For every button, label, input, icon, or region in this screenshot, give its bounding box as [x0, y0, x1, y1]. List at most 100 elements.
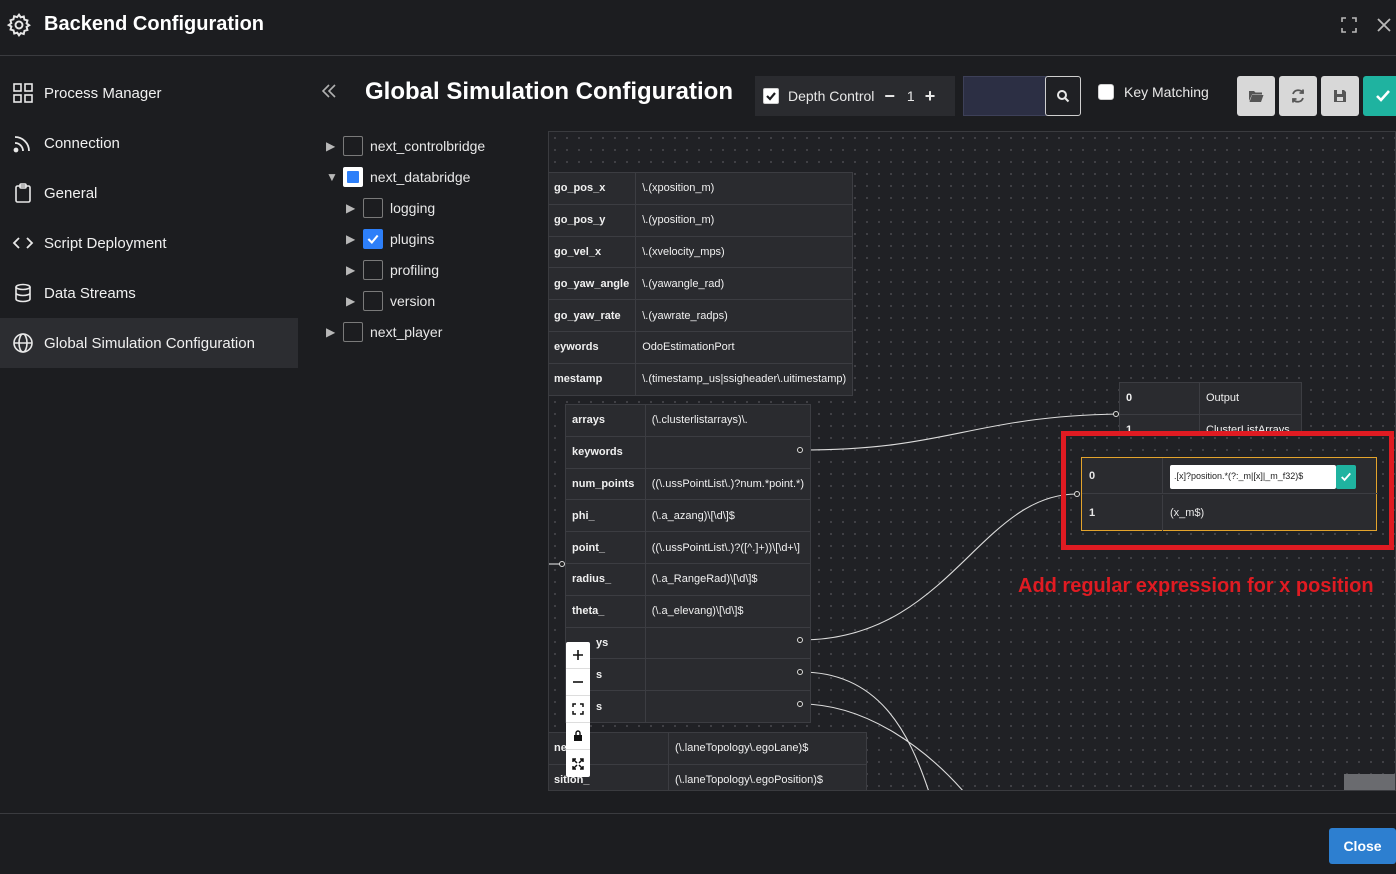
search-input[interactable]: [963, 76, 1047, 116]
tree-checkbox[interactable]: [343, 135, 363, 156]
apply-button[interactable]: [1363, 76, 1396, 116]
node-value[interactable]: (\.clusterlistarrays)\.: [644, 404, 812, 437]
signal-icon: [12, 132, 34, 154]
node-value[interactable]: Output: [1199, 382, 1302, 415]
tree-checkbox[interactable]: [363, 290, 383, 311]
check-icon: [1376, 90, 1390, 102]
node-key: go_pos_x: [549, 172, 637, 205]
double-chevron-left-icon: [321, 84, 336, 98]
tree-item-profiling[interactable]: ▶ profiling: [326, 254, 485, 285]
gear-icon: [6, 13, 31, 37]
collapse-sidebar-button[interactable]: [320, 82, 344, 104]
node-value[interactable]: \.(xvelocity_mps): [635, 235, 854, 269]
node-port[interactable]: [797, 701, 803, 707]
tree-item-next-controlbridge[interactable]: ▶ next_controlbridge: [326, 130, 485, 161]
depth-decrement-button[interactable]: −: [884, 87, 895, 105]
close-icon[interactable]: [1375, 16, 1393, 34]
tree-checkbox-checked[interactable]: [363, 228, 383, 249]
minimap[interactable]: [1344, 774, 1395, 790]
tree-item-version[interactable]: ▶ version: [326, 285, 485, 316]
node-value[interactable]: [644, 435, 812, 469]
node-value[interactable]: (\.a_azang)\[\d\]$: [644, 499, 812, 533]
close-button[interactable]: Close: [1329, 828, 1396, 864]
node-value[interactable]: (\.a_RangeRad)\[\d\]$: [644, 562, 812, 596]
sidebar: Process Manager Connection General Scrip…: [0, 68, 300, 368]
tree-checkbox[interactable]: [343, 321, 363, 342]
sidebar-item-label: Script Deployment: [44, 234, 167, 252]
config-tree: ▶ next_controlbridge ▼ next_databridge ▶…: [326, 130, 485, 347]
tree-item-logging[interactable]: ▶ logging: [326, 192, 485, 223]
expand-button[interactable]: [566, 750, 590, 777]
caret-right-icon[interactable]: ▶: [346, 263, 360, 277]
search-button[interactable]: [1045, 76, 1081, 116]
grid-icon: [12, 82, 34, 104]
caret-right-icon[interactable]: ▶: [326, 325, 340, 339]
table-row: ys: [565, 626, 812, 660]
node-port[interactable]: [797, 637, 803, 643]
depth-control-checkbox[interactable]: [763, 88, 779, 104]
fit-view-button[interactable]: [566, 696, 590, 723]
node-key: go_vel_x: [549, 235, 637, 269]
refresh-button[interactable]: [1279, 76, 1317, 116]
depth-value: 1: [906, 88, 915, 104]
depth-increment-button[interactable]: +: [925, 87, 936, 105]
table-row: mestamp \.(timestamp_us|ssigheader\.uitim…: [549, 362, 854, 396]
caret-right-icon[interactable]: ▶: [346, 294, 360, 308]
node-value[interactable]: ((\.ussPointList\.)?num.*point.*): [644, 467, 812, 501]
lock-button[interactable]: [566, 723, 590, 750]
node-port[interactable]: [797, 669, 803, 675]
save-button[interactable]: [1321, 76, 1359, 116]
node-value[interactable]: [644, 658, 812, 692]
node-value[interactable]: [644, 626, 812, 660]
tree-item-next-databridge[interactable]: ▼ next_databridge: [326, 161, 485, 192]
zoom-in-button[interactable]: [566, 642, 590, 669]
node-value[interactable]: \.(timestamp_us|ssigheader\.uitimestamp): [635, 362, 854, 396]
caret-right-icon[interactable]: ▶: [346, 232, 360, 246]
node-port[interactable]: [559, 561, 565, 567]
sidebar-item-label: General: [44, 184, 98, 202]
tree-checkbox[interactable]: [363, 197, 383, 218]
node-value[interactable]: (\.laneTopology\.egoLane)$: [668, 732, 867, 765]
caret-right-icon[interactable]: ▶: [326, 139, 340, 153]
table-row: ne_ (\.laneTopology\.egoLane)$: [549, 732, 867, 765]
key-matching-checkbox[interactable]: [1098, 84, 1114, 100]
node-key: num_points: [565, 467, 646, 501]
node-value[interactable]: [644, 690, 812, 723]
sidebar-item-script-deployment[interactable]: Script Deployment: [0, 218, 298, 268]
node-key: phi_: [565, 499, 646, 533]
fullscreen-icon[interactable]: [1340, 16, 1358, 34]
title-bar: Backend Configuration: [0, 0, 1396, 56]
zoom-out-button[interactable]: [566, 669, 590, 696]
sidebar-item-process-manager[interactable]: Process Manager: [0, 68, 298, 118]
node-value[interactable]: OdoEstimationPort: [635, 330, 854, 364]
node-port[interactable]: [797, 447, 803, 453]
tree-checkbox-partial[interactable]: [343, 166, 363, 187]
sidebar-item-data-streams[interactable]: Data Streams: [0, 268, 298, 318]
highlight-box: [1061, 431, 1394, 550]
node-value[interactable]: \.(yawrate_radps): [635, 299, 854, 332]
node-value[interactable]: ((\.ussPointList\.)?([^.]+))\[\d+\]: [644, 531, 812, 564]
tree-item-label: next_player: [370, 323, 443, 340]
caret-right-icon[interactable]: ▶: [346, 201, 360, 215]
node-value[interactable]: \.(yawangle_rad): [635, 267, 854, 301]
node-output-wrapper: 0 Output 1 ClusterListArrays: [1119, 382, 1302, 434]
sidebar-item-general[interactable]: General: [0, 168, 298, 218]
tree-item-next-player[interactable]: ▶ next_player: [326, 316, 485, 347]
sidebar-item-global-simulation-configuration[interactable]: Global Simulation Configuration: [0, 318, 298, 368]
tree-item-plugins[interactable]: ▶ plugins: [326, 223, 485, 254]
sidebar-item-connection[interactable]: Connection: [0, 118, 298, 168]
node-value[interactable]: \.(xposition_m): [635, 172, 854, 205]
tree-checkbox[interactable]: [363, 259, 383, 280]
node-port[interactable]: [1113, 411, 1119, 417]
table-row: point_ ((\.ussPointList\.)?([^.]+))\[\d+\…: [565, 531, 812, 564]
node-value[interactable]: (\.laneTopology\.egoPosition)$: [668, 763, 867, 790]
tree-item-label: profiling: [390, 261, 440, 278]
table-row: s: [565, 658, 812, 692]
node-cluster-list: arrays (\.clusterlistarrays)\. keywords n…: [565, 404, 812, 723]
open-folder-button[interactable]: [1237, 76, 1275, 116]
node-key: arrays: [565, 404, 646, 437]
lock-icon: [574, 730, 582, 741]
caret-down-icon[interactable]: ▼: [326, 170, 340, 184]
node-value[interactable]: \.(yposition_m): [635, 203, 854, 237]
node-value[interactable]: (\.a_elevang)\[\d\]$: [644, 594, 812, 628]
